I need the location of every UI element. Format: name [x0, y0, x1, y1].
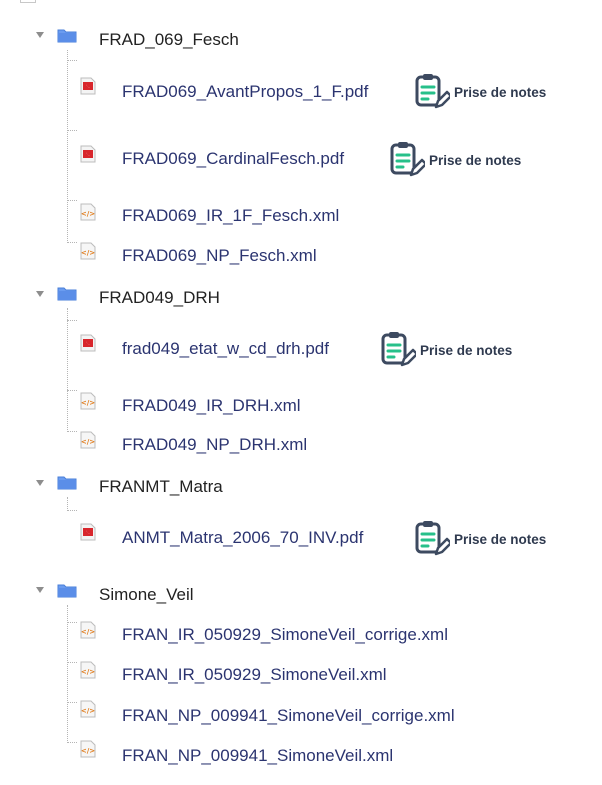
- tree-top-connector: [20, 0, 36, 3]
- svg-text:</>: </>: [81, 210, 95, 218]
- tree-connector: [67, 308, 68, 432]
- xml-file-icon: </>: [80, 621, 96, 639]
- svg-text:</>: </>: [81, 438, 95, 446]
- tree-connector: [67, 702, 77, 703]
- file-link-xml[interactable]: FRAD049_NP_DRH.xml: [122, 435, 307, 455]
- tree-connector: [67, 742, 77, 743]
- pdf-file-icon: [80, 145, 96, 163]
- svg-text:</>: </>: [81, 707, 95, 715]
- file-link-xml[interactable]: FRAD049_IR_DRH.xml: [122, 396, 301, 416]
- prise-de-notes-label: Prise de notes: [454, 84, 547, 100]
- svg-text:</>: </>: [81, 399, 95, 407]
- folder-toggle-chevron-icon[interactable]: [36, 32, 44, 38]
- tree-connector: [67, 60, 77, 61]
- folder-name[interactable]: FRANMT_Matra: [99, 477, 223, 497]
- note-edit-icon: [390, 142, 425, 177]
- prise-de-notes-label: Prise de notes: [429, 152, 522, 168]
- tree-connector: [67, 242, 77, 243]
- tree-connector: [67, 497, 68, 511]
- file-link-xml[interactable]: FRAD069_NP_Fesch.xml: [122, 246, 317, 266]
- folder-name[interactable]: FRAD049_DRH: [99, 288, 220, 308]
- folder-icon: [57, 29, 77, 43]
- prise-de-notes-button[interactable]: Prise de notes: [414, 73, 546, 111]
- pdf-file-icon: [80, 77, 96, 95]
- file-link-xml[interactable]: FRAD069_IR_1F_Fesch.xml: [122, 206, 339, 226]
- tree-connector: [67, 50, 68, 243]
- note-edit-icon: [415, 74, 450, 109]
- note-edit-icon: [415, 521, 450, 556]
- pdf-file-icon: [80, 334, 96, 352]
- file-link-pdf[interactable]: FRAD069_CardinalFesch.pdf: [122, 149, 344, 169]
- folder-icon: [57, 287, 77, 301]
- tree-connector: [67, 320, 77, 321]
- prise-de-notes-button[interactable]: Prise de notes: [414, 520, 546, 558]
- prise-de-notes-button[interactable]: Prise de notes: [380, 331, 512, 369]
- folder-toggle-chevron-icon[interactable]: [36, 291, 44, 297]
- folder-toggle-chevron-icon[interactable]: [36, 587, 44, 593]
- file-link-pdf[interactable]: frad049_etat_w_cd_drh.pdf: [122, 339, 329, 359]
- prise-de-notes-label: Prise de notes: [420, 342, 513, 358]
- tree-connector: [67, 200, 77, 201]
- file-link-xml[interactable]: FRAN_NP_009941_SimoneVeil_corrige.xml: [122, 706, 455, 726]
- svg-text:</>: </>: [81, 668, 95, 676]
- svg-text:</>: </>: [81, 249, 95, 257]
- note-edit-icon: [381, 332, 416, 367]
- prise-de-notes-button[interactable]: Prise de notes: [389, 141, 521, 179]
- pdf-file-icon: [80, 523, 96, 541]
- xml-file-icon: </>: [80, 203, 96, 221]
- tree-connector: [67, 431, 77, 432]
- tree-connector: [67, 390, 77, 391]
- file-link-pdf[interactable]: ANMT_Matra_2006_70_INV.pdf: [122, 528, 363, 548]
- tree-connector: [67, 662, 77, 663]
- file-link-xml[interactable]: FRAN_IR_050929_SimoneVeil.xml: [122, 665, 387, 685]
- prise-de-notes-label: Prise de notes: [454, 531, 547, 547]
- tree-connector: [67, 130, 77, 131]
- tree-connector: [67, 510, 77, 511]
- folder-name[interactable]: FRAD_069_Fesch: [99, 30, 239, 50]
- xml-file-icon: </>: [80, 700, 96, 718]
- tree-connector: [67, 605, 68, 743]
- file-link-xml[interactable]: FRAN_NP_009941_SimoneVeil.xml: [122, 746, 393, 766]
- folder-toggle-chevron-icon[interactable]: [36, 480, 44, 486]
- file-link-pdf[interactable]: FRAD069_AvantPropos_1_F.pdf: [122, 82, 368, 102]
- svg-text:</>: </>: [81, 747, 95, 755]
- folder-icon: [57, 476, 77, 490]
- xml-file-icon: </>: [80, 431, 96, 449]
- folder-icon: [57, 584, 77, 598]
- folder-name[interactable]: Simone_Veil: [99, 585, 194, 605]
- svg-text:</>: </>: [81, 628, 95, 636]
- file-link-xml[interactable]: FRAN_IR_050929_SimoneVeil_corrige.xml: [122, 625, 448, 645]
- tree-connector: [67, 622, 77, 623]
- xml-file-icon: </>: [80, 740, 96, 758]
- xml-file-icon: </>: [80, 392, 96, 410]
- xml-file-icon: </>: [80, 661, 96, 679]
- xml-file-icon: </>: [80, 242, 96, 260]
